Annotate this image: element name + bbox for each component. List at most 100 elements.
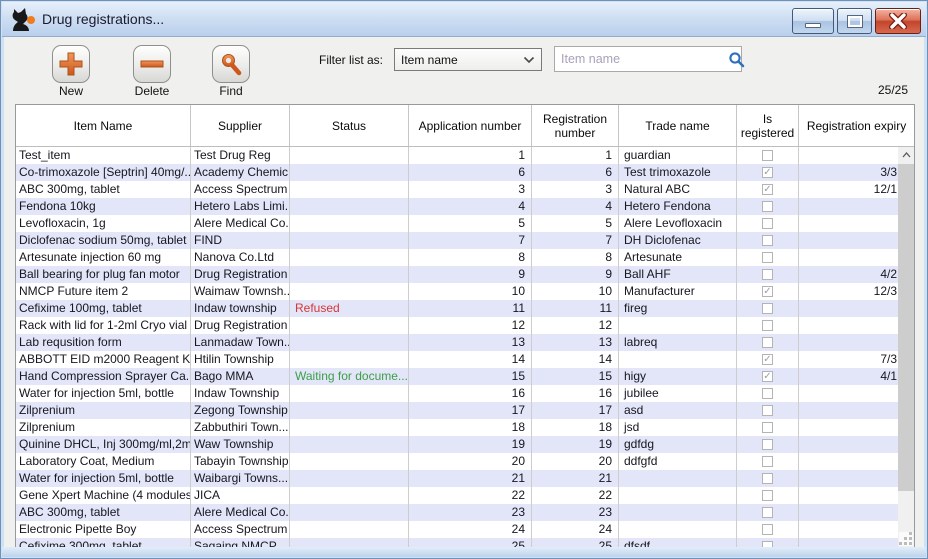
column-header-registration-number[interactable]: Registration number: [532, 105, 619, 146]
resize-grip[interactable]: [899, 532, 913, 546]
cell-expiry: [799, 385, 898, 402]
table-row[interactable]: Diclofenac sodium 50mg, tabletFIND77DH D…: [16, 232, 898, 249]
table-row[interactable]: NMCP Future item 2Waimaw Townsh...1010Ma…: [16, 283, 898, 300]
search-input[interactable]: [555, 52, 728, 66]
table-row[interactable]: ABC 300mg, tabletAccess Spectrum33Natura…: [16, 181, 898, 198]
cell-is-registered: [737, 198, 799, 215]
scroll-up-icon[interactable]: [898, 147, 914, 163]
cell-reg: 9: [532, 266, 619, 283]
delete-button[interactable]: [133, 45, 171, 83]
table-row[interactable]: Laboratory Coat, MediumTabayin Township2…: [16, 453, 898, 470]
cell-supplier: Hetero Labs Limi...: [191, 198, 290, 215]
table-row[interactable]: Cefixime 100mg, tabletIndaw townshipRefu…: [16, 300, 898, 317]
table-row[interactable]: Fendona 10kgHetero Labs Limi...44Hetero …: [16, 198, 898, 215]
table-row[interactable]: Artesunate injection 60 mgNanova Co.Ltd8…: [16, 249, 898, 266]
cell-app: 1: [409, 147, 532, 164]
search-icon[interactable]: [728, 51, 745, 68]
cell-item: Co-trimoxazole [Septrin] 40mg/...: [16, 164, 191, 181]
table-row[interactable]: ZilpreniumZabbuthiri Town...1818jsd: [16, 419, 898, 436]
cell-is-registered: [737, 334, 799, 351]
column-header-supplier[interactable]: Supplier: [191, 105, 290, 146]
checkbox-unchecked-icon: [762, 218, 773, 229]
cell-is-registered: ✓: [737, 351, 799, 368]
cell-app: 9: [409, 266, 532, 283]
cell-expiry: [799, 232, 898, 249]
table-row[interactable]: ABBOTT EID m2000 Reagent Kit...Htilin To…: [16, 351, 898, 368]
filter-dropdown[interactable]: Item name: [394, 48, 542, 71]
checkbox-unchecked-icon: [762, 235, 773, 246]
table-row[interactable]: Levofloxacin, 1gAlere Medical Co...55Ale…: [16, 215, 898, 232]
cell-is-registered: [737, 317, 799, 334]
table-row[interactable]: Test_itemTest Drug Reg11guardian: [16, 147, 898, 164]
vertical-scrollbar[interactable]: [898, 147, 914, 547]
table-row[interactable]: Electronic Pipette BoyAccess Spectrum242…: [16, 521, 898, 538]
cell-status: [290, 215, 409, 232]
table-row[interactable]: ABC 300mg, tabletAlere Medical Co...2323: [16, 504, 898, 521]
cell-reg: 16: [532, 385, 619, 402]
cell-status: [290, 164, 409, 181]
title-bar[interactable]: Drug registrations...: [2, 2, 926, 37]
chevron-down-icon: [523, 56, 535, 64]
cell-reg: 23: [532, 504, 619, 521]
table-row[interactable]: Quinine DHCL, Inj 300mg/ml,2mlWaw Townsh…: [16, 436, 898, 453]
close-button[interactable]: [875, 8, 921, 34]
table-row[interactable]: Water for injection 5ml, bottleIndaw Tow…: [16, 385, 898, 402]
cell-item: Diclofenac sodium 50mg, tablet: [16, 232, 191, 249]
checkbox-unchecked-icon: [762, 456, 773, 467]
new-button-label: New: [41, 84, 101, 98]
checkbox-unchecked-icon: [762, 337, 773, 348]
cell-item: Water for injection 5ml, bottle: [16, 470, 191, 487]
column-header-application-number[interactable]: Application number: [409, 105, 532, 146]
find-button[interactable]: [212, 45, 250, 83]
cell-supplier: Waibargi Towns...: [191, 470, 290, 487]
column-header-registration-expiry[interactable]: Registration expiry: [799, 105, 914, 146]
cell-reg: 10: [532, 283, 619, 300]
cell-trade: Manufacturer: [619, 283, 737, 300]
cell-item: ABC 300mg, tablet: [16, 181, 191, 198]
cell-is-registered: [737, 538, 799, 547]
cell-status: [290, 487, 409, 504]
table-row[interactable]: Hand Compression Sprayer Ca...Bago MMAWa…: [16, 368, 898, 385]
column-header-trade-name[interactable]: Trade name: [619, 105, 737, 146]
cell-expiry: [799, 215, 898, 232]
checkbox-unchecked-icon: [762, 422, 773, 433]
maximize-button[interactable]: [837, 8, 872, 34]
cell-reg: 15: [532, 368, 619, 385]
table-row[interactable]: Water for injection 5ml, bottleWaibargi …: [16, 470, 898, 487]
cell-is-registered: ✓: [737, 283, 799, 300]
table-row[interactable]: Ball bearing for plug fan motorDrug Regi…: [16, 266, 898, 283]
cell-is-registered: [737, 453, 799, 470]
table-row[interactable]: Rack with lid for 1-2ml Cryo vialDrug Re…: [16, 317, 898, 334]
cell-status: [290, 147, 409, 164]
cell-supplier: Drug Registration: [191, 317, 290, 334]
new-button[interactable]: [52, 45, 90, 83]
cell-item: Zilprenium: [16, 419, 191, 436]
table-row[interactable]: Co-trimoxazole [Septrin] 40mg/...Academy…: [16, 164, 898, 181]
window-title: Drug registrations...: [42, 11, 164, 27]
cell-item: Cefixime 300mg, tablet: [16, 538, 191, 547]
cell-app: 4: [409, 198, 532, 215]
scrollbar-thumb[interactable]: [898, 164, 914, 491]
table-row[interactable]: ZilpreniumZegong Township1717asd: [16, 402, 898, 419]
cell-app: 3: [409, 181, 532, 198]
table-row[interactable]: Cefixime 300mg, tabletSagaing NMCP2525df…: [16, 538, 898, 547]
checkbox-checked-icon: ✓: [762, 286, 773, 297]
cell-item: Test_item: [16, 147, 191, 164]
column-header-is-registered[interactable]: Is registered: [737, 105, 799, 146]
cell-supplier: Indaw township: [191, 300, 290, 317]
cell-item: Ball bearing for plug fan motor: [16, 266, 191, 283]
checkbox-unchecked-icon: [762, 252, 773, 263]
cell-expiry: 4/1: [799, 368, 898, 385]
minimize-button[interactable]: [792, 8, 834, 34]
cell-trade: [619, 470, 737, 487]
column-header-item-name[interactable]: Item Name: [16, 105, 191, 146]
table-row[interactable]: Gene Xpert Machine (4 modules)JICA2222: [16, 487, 898, 504]
cell-item: Levofloxacin, 1g: [16, 215, 191, 232]
cell-trade: [619, 521, 737, 538]
checkbox-unchecked-icon: [762, 303, 773, 314]
table-row[interactable]: Lab requsition formLanmadaw Town...1313l…: [16, 334, 898, 351]
cell-supplier: Zabbuthiri Town...: [191, 419, 290, 436]
record-count: 25/25: [878, 83, 908, 97]
cell-supplier: Drug Registration: [191, 266, 290, 283]
column-header-status[interactable]: Status: [290, 105, 409, 146]
